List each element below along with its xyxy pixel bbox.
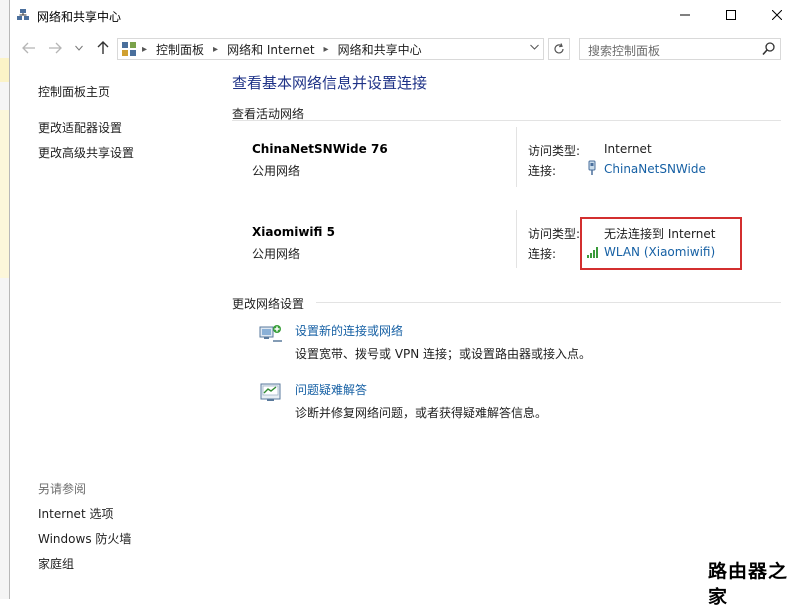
access-type-value: Internet	[604, 142, 652, 156]
network-divider	[516, 127, 517, 187]
sidebar-item-change-adapter-settings[interactable]: 更改适配器设置	[38, 119, 122, 136]
refresh-icon	[554, 43, 564, 54]
address-dropdown-button[interactable]	[530, 43, 539, 53]
see-also-homegroup[interactable]: 家庭组	[38, 555, 74, 572]
navigation-bar: ▸ 控制面板 ▸ 网络和 Internet ▸ 网络和共享中心 搜索控制面板	[10, 32, 800, 64]
recent-locations-button[interactable]	[68, 38, 90, 58]
network-sharing-center-window: 网络和共享中心 ▸ 控制面板 ▸ 网络和 Internet ▸ 网络和共享中心 …	[9, 0, 800, 608]
connection-link[interactable]: ChinaNetSNWide	[604, 162, 706, 176]
access-type-label: 访问类型:	[528, 144, 581, 158]
section-divider	[232, 120, 781, 121]
minimize-icon	[680, 14, 690, 16]
network-category-link[interactable]: 公用网络	[252, 162, 300, 179]
back-arrow-icon	[22, 42, 35, 54]
sidebar: 控制面板主页 更改适配器设置 更改高级共享设置 另请参阅 Internet 选项…	[10, 64, 220, 599]
network-divider	[516, 210, 517, 268]
breadcrumb-network-sharing-center[interactable]: 网络和共享中心	[338, 41, 422, 58]
breadcrumb-separator: ▸	[213, 43, 219, 55]
address-bar[interactable]: ▸ 控制面板 ▸ 网络和 Internet ▸ 网络和共享中心	[117, 38, 544, 60]
up-button[interactable]	[92, 38, 114, 58]
network-category-link[interactable]: 公用网络	[252, 245, 300, 262]
connection-label: 连接:	[528, 164, 557, 178]
breadcrumb-separator: ▸	[142, 43, 148, 55]
see-also-windows-firewall[interactable]: Windows 防火墙	[38, 530, 131, 547]
breadcrumb-separator: ▸	[323, 43, 329, 55]
connection-label: 连接:	[528, 247, 557, 261]
forward-arrow-icon	[49, 42, 62, 54]
forward-button[interactable]	[44, 38, 66, 58]
troubleshoot-problems-link[interactable]: 问题疑难解答	[295, 381, 367, 398]
see-also-heading: 另请参阅	[38, 482, 87, 496]
task-description: 诊断并修复网络问题，或者获得疑难解答信息。	[295, 406, 548, 420]
background-window-edge	[0, 0, 9, 599]
title-bar: 网络和共享中心	[10, 0, 800, 30]
sidebar-item-control-panel-home[interactable]: 控制面板主页	[38, 83, 110, 100]
network-name: Xiaomiwifi 5	[252, 225, 335, 239]
main-content: 查看基本网络信息并设置连接 查看活动网络 ChinaNetSNWide 76 公…	[232, 64, 792, 599]
change-settings-heading: 更改网络设置	[232, 297, 305, 311]
chevron-down-icon	[75, 45, 83, 51]
watermark: 路由器之家	[708, 561, 789, 608]
breadcrumb-control-panel[interactable]: 控制面板	[156, 41, 204, 58]
maximize-button[interactable]	[708, 0, 754, 30]
sidebar-item-advanced-sharing-settings[interactable]: 更改高级共享设置	[38, 144, 134, 161]
background-highlight	[0, 110, 9, 278]
access-type-label: 访问类型:	[528, 227, 581, 241]
minimize-button[interactable]	[662, 0, 708, 30]
chevron-down-icon	[530, 44, 539, 50]
maximize-icon	[726, 10, 736, 20]
control-panel-icon	[122, 42, 136, 56]
search-box[interactable]: 搜索控制面板	[579, 38, 781, 60]
up-arrow-icon	[97, 41, 109, 54]
search-input[interactable]: 搜索控制面板	[588, 42, 660, 59]
window-title: 网络和共享中心	[37, 10, 122, 24]
close-icon	[772, 10, 782, 20]
page-title: 查看基本网络信息并设置连接	[232, 74, 428, 92]
back-button[interactable]	[18, 38, 40, 58]
refresh-button[interactable]	[548, 38, 570, 60]
see-also-internet-options[interactable]: Internet 选项	[38, 505, 113, 522]
network-app-icon	[17, 9, 29, 20]
new-connection-icon	[259, 325, 282, 342]
highlight-box	[580, 217, 742, 270]
ethernet-icon	[588, 160, 596, 175]
network-name: ChinaNetSNWide 76	[252, 142, 388, 156]
troubleshoot-icon	[260, 383, 281, 401]
setup-new-connection-link[interactable]: 设置新的连接或网络	[295, 322, 403, 339]
close-button[interactable]	[754, 0, 800, 30]
section-divider	[316, 302, 781, 303]
search-icon[interactable]	[762, 42, 775, 56]
task-description: 设置宽带、拨号或 VPN 连接；或设置路由器或接入点。	[295, 347, 592, 361]
breadcrumb-network-internet[interactable]: 网络和 Internet	[227, 41, 314, 58]
background-highlight	[0, 58, 9, 82]
